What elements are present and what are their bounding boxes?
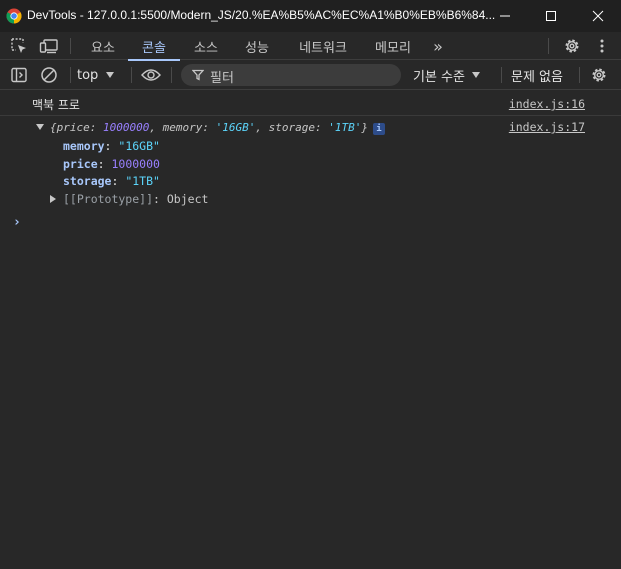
inspect-element-button[interactable] — [6, 32, 32, 60]
filter-placeholder: 필터 — [210, 71, 234, 86]
close-button[interactable] — [575, 0, 621, 32]
minimize-button[interactable] — [482, 0, 528, 32]
settings-button[interactable] — [559, 32, 585, 60]
tab-bar-divider-right — [548, 38, 549, 54]
maximize-icon — [546, 11, 556, 21]
info-icon[interactable]: i — [372, 123, 385, 135]
expand-triangle-icon[interactable] — [36, 124, 44, 130]
console-settings-button[interactable] — [587, 61, 611, 89]
caret-down-icon — [106, 72, 115, 78]
clear-icon — [41, 67, 57, 83]
gear-icon — [565, 39, 579, 53]
chevron-double-right-icon: » — [433, 36, 443, 56]
filter-input[interactable]: 필터 — [181, 64, 401, 86]
maximize-button[interactable] — [528, 0, 574, 32]
window-title: DevTools - 127.0.0.1:5500/Modern_JS/20.%… — [27, 8, 496, 22]
object-property: price: 1000000 — [63, 157, 160, 171]
log-row-divider — [0, 115, 621, 116]
toolbar-divider-5 — [579, 67, 580, 83]
minimize-icon — [500, 15, 510, 17]
more-tabs-button[interactable]: » — [426, 32, 450, 60]
gear-icon — [592, 68, 606, 82]
collapse-triangle-icon[interactable] — [50, 195, 56, 203]
issues-counter[interactable]: 문제 없음 — [511, 61, 563, 89]
console-toolbar: top 필터 기본 수준 문제 없음 — [0, 61, 621, 90]
close-icon — [592, 10, 604, 22]
log-levels-dropdown[interactable]: 기본 수준 — [413, 61, 481, 89]
tab-performance[interactable]: 성능 — [232, 32, 282, 60]
filter-icon — [192, 69, 204, 81]
more-options-button[interactable] — [591, 32, 613, 60]
panel-tab-bar: 요소 콘솔 소스 성능 네트워크 메모리 » — [0, 32, 621, 61]
eye-icon — [141, 69, 161, 81]
object-property: storage: "1TB" — [63, 174, 160, 188]
tab-bar-divider — [70, 38, 71, 54]
source-link-2[interactable]: index.js:17 — [509, 120, 585, 134]
chrome-logo-icon — [6, 8, 22, 24]
console-prompt-icon[interactable]: › — [13, 215, 21, 230]
tab-network[interactable]: 네트워크 — [286, 32, 360, 60]
kebab-menu-icon — [600, 39, 604, 53]
tab-console[interactable]: 콘솔 — [128, 32, 180, 61]
prototype-row[interactable]: [[Prototype]]: Object — [50, 192, 208, 206]
show-sidebar-button[interactable] — [6, 61, 32, 89]
tab-memory[interactable]: 메모리 — [362, 32, 424, 60]
device-toggle-icon — [39, 39, 58, 54]
log-message: 맥북 프로 — [32, 98, 80, 112]
toolbar-divider-4 — [501, 67, 502, 83]
console-output: 맥북 프로 index.js:16 {price: 1000000, memor… — [0, 91, 621, 569]
device-toolbar-button[interactable] — [36, 32, 62, 60]
toolbar-divider-3 — [171, 67, 172, 83]
clear-console-button[interactable] — [36, 61, 62, 89]
tab-sources[interactable]: 소스 — [182, 32, 230, 60]
caret-down-icon — [471, 72, 480, 78]
title-bar: DevTools - 127.0.0.1:5500/Modern_JS/20.%… — [0, 0, 621, 32]
object-preview[interactable]: {price: 1000000, memory: '16GB', storage… — [36, 121, 385, 135]
sidebar-toggle-icon — [11, 67, 27, 83]
object-property: memory: "16GB" — [63, 139, 160, 153]
inspect-element-icon — [11, 38, 26, 53]
live-expression-button[interactable] — [138, 61, 164, 89]
toolbar-divider-2 — [131, 67, 132, 83]
source-link-1[interactable]: index.js:16 — [509, 97, 585, 111]
toolbar-divider — [70, 67, 71, 83]
tab-elements[interactable]: 요소 — [80, 32, 126, 60]
context-selector[interactable]: top — [77, 61, 115, 89]
